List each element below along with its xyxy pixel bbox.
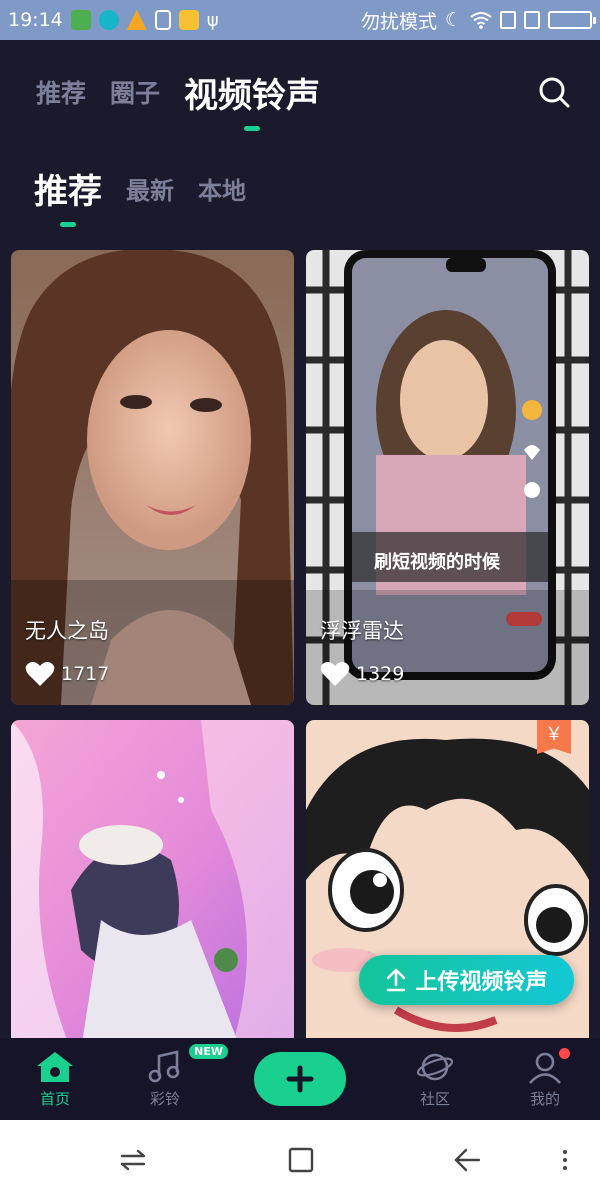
nav-label: 彩铃	[149, 1089, 180, 1108]
bottom-nav: 首页 彩铃 NEW 社区 我的	[0, 1038, 600, 1120]
card-title: 浮浮雷达	[320, 619, 404, 643]
tab-video-ringtone[interactable]: 视频铃声	[184, 68, 320, 131]
upload-video-ringtone-button[interactable]: 上传视频铃声	[359, 955, 574, 1005]
subtab-latest[interactable]: 最新	[126, 171, 174, 206]
heart-icon	[25, 662, 55, 686]
folder-icon	[178, 10, 199, 30]
subtab-recommend[interactable]: 推荐	[34, 164, 102, 227]
moon-icon: ☾	[444, 9, 462, 31]
card-thumbnail	[11, 720, 294, 1050]
status-mode: 勿扰模式	[360, 10, 437, 33]
heart-icon	[320, 662, 350, 686]
battery-icon	[548, 11, 596, 29]
likes-count: 1329	[356, 663, 405, 685]
likes-count: 1717	[61, 663, 110, 685]
app-notification-icon	[70, 10, 91, 30]
search-icon[interactable]	[536, 74, 572, 110]
app-notification-icon	[98, 10, 119, 30]
tab-recommend[interactable]: 推荐	[36, 74, 86, 110]
music-icon	[148, 1049, 180, 1082]
card-likes: 1717	[25, 661, 109, 687]
add-button[interactable]	[254, 1052, 346, 1106]
nav-add-container	[220, 1038, 380, 1120]
status-time: 19:14	[8, 9, 63, 31]
card-title: 无人之岛	[25, 619, 109, 643]
nav-ringtone[interactable]: 彩铃 NEW	[110, 1038, 228, 1120]
upload-icon	[387, 968, 406, 992]
back-icon[interactable]	[452, 1146, 482, 1174]
broom-icon	[154, 10, 171, 30]
tab-circle[interactable]: 圈子	[110, 74, 160, 110]
upload-label: 上传视频铃声	[415, 970, 548, 995]
plus-icon	[286, 1065, 314, 1093]
top-tabs: 推荐 圈子 视频铃声	[36, 62, 580, 131]
new-badge: NEW	[189, 1044, 228, 1059]
video-card[interactable]	[11, 720, 294, 1050]
planet-icon	[416, 1053, 454, 1080]
switch-icon[interactable]	[118, 1146, 148, 1174]
nav-label: 我的	[529, 1089, 560, 1108]
video-card[interactable]: 无人之岛 1717	[11, 250, 294, 705]
nav-profile[interactable]: 我的	[490, 1038, 600, 1120]
nav-community[interactable]: 社区	[380, 1038, 490, 1120]
notification-dot	[559, 1048, 570, 1059]
home-icon	[37, 1051, 73, 1082]
subtab-local[interactable]: 本地	[198, 171, 246, 206]
card-likes: 1329	[320, 661, 404, 687]
signal-icon	[524, 11, 540, 29]
usb-icon: ψ	[206, 9, 219, 31]
video-card[interactable]: 刷短视频的时候 浮浮雷达 1329	[306, 250, 589, 705]
menu-icon[interactable]	[555, 1146, 575, 1174]
system-nav-bar	[0, 1120, 600, 1200]
nav-label: 首页	[39, 1089, 70, 1108]
status-bar: 19:14 ψ 勿扰模式 ☾	[0, 0, 600, 40]
overlay-caption: 刷短视频的时候	[374, 552, 500, 573]
warning-icon	[126, 10, 147, 30]
home-square-icon[interactable]	[286, 1146, 316, 1174]
sub-tabs: 推荐 最新 本地	[34, 158, 246, 227]
nav-label: 社区	[419, 1089, 450, 1108]
nav-home[interactable]: 首页	[0, 1038, 110, 1120]
wifi-icon	[470, 12, 492, 29]
signal-icon	[500, 11, 516, 29]
